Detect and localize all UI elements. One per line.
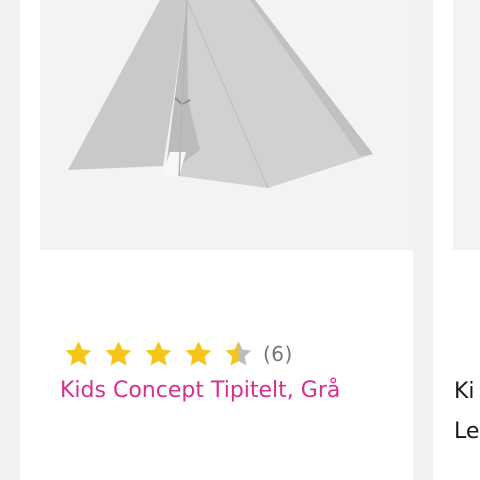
review-count[interactable]: (6) [263,342,293,366]
star-full-icon [105,341,132,366]
star-half-icon [225,341,252,366]
product-image[interactable] [453,0,480,250]
star-full-icon [145,341,172,366]
product-card[interactable]: Ki Le [433,0,480,480]
product-grid: (6) Kids Concept Tipitelt, Grå Ki Le [0,0,480,480]
star-full-icon [65,341,92,366]
product-title-link[interactable]: Kids Concept Tipitelt, Grå [60,378,340,403]
star-rating: (6) [63,339,293,369]
product-card[interactable]: (6) Kids Concept Tipitelt, Grå [20,0,414,480]
product-title-link[interactable]: Ki [454,379,475,404]
product-title-link[interactable]: Le [454,419,479,444]
tipi-tent-image [68,0,373,189]
star-full-icon [185,341,212,366]
product-image[interactable] [40,0,414,250]
